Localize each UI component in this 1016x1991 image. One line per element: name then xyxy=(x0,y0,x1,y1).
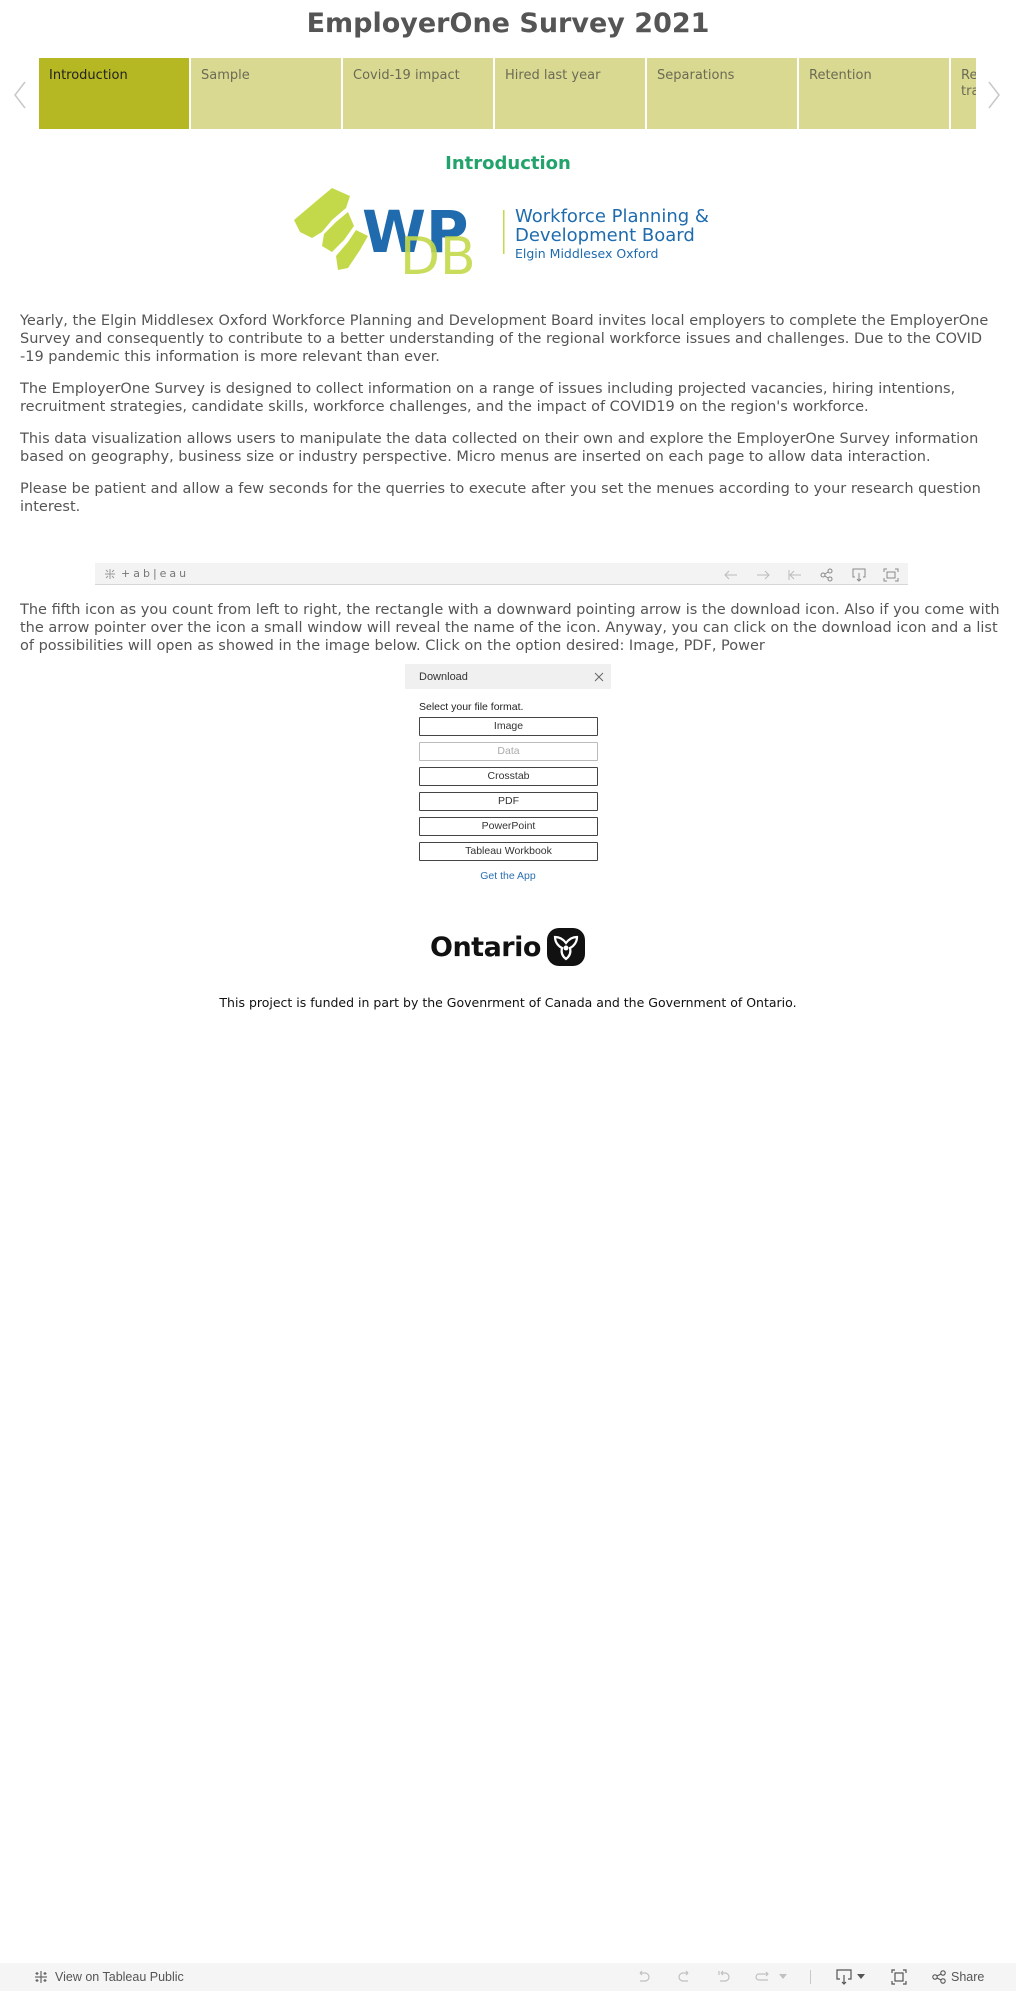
revert-icon xyxy=(786,567,804,581)
region-map-icon xyxy=(294,188,368,270)
intro-paragraph: Please be patient and allow a few second… xyxy=(20,481,981,515)
trillium-icon xyxy=(546,928,585,966)
logo-line-2: Development Board xyxy=(515,225,695,246)
tabs-prev-button[interactable] xyxy=(12,80,28,110)
share-icon xyxy=(818,567,836,581)
caret-down-icon xyxy=(857,1974,865,1979)
download-prompt: Select your file format. xyxy=(419,701,524,713)
tab-recruitment-partial[interactable]: Re tra xyxy=(951,58,976,129)
download-powerpoint-button[interactable]: PowerPoint xyxy=(419,817,598,836)
tableau-toolbar-image: +ab|eau xyxy=(95,563,908,585)
revert-button[interactable] xyxy=(714,1970,734,1984)
fullscreen-button[interactable] xyxy=(891,1969,907,1985)
tab-sample[interactable]: Sample xyxy=(191,58,341,129)
download-explanation: The fifth icon as you count from left to… xyxy=(20,601,1000,655)
download-image-button[interactable]: Image xyxy=(419,717,598,736)
download-icon xyxy=(836,1969,852,1985)
tab-label-fragment: Re xyxy=(961,68,976,83)
view-on-tableau-public-link[interactable]: View on Tableau Public xyxy=(33,1969,184,1985)
get-the-app-link[interactable]: Get the App xyxy=(405,870,611,882)
chevron-left-icon xyxy=(14,81,26,109)
dashboard-tabs: Introduction Sample Covid-19 impact Hire… xyxy=(39,58,976,129)
revert-icon xyxy=(718,1970,730,1982)
download-tableau-workbook-button[interactable]: Tableau Workbook xyxy=(419,842,598,861)
download-dialog-title: Download xyxy=(419,670,468,683)
redo-arrow-icon xyxy=(754,567,772,581)
tabs-next-button[interactable] xyxy=(986,80,1002,110)
intro-paragraph: The EmployerOne Survey is designed to co… xyxy=(20,381,956,415)
logo-line-3: Elgin Middlesex Oxford xyxy=(515,246,658,261)
undo-icon xyxy=(639,1970,650,1982)
intro-paragraph: Yearly, the Elgin Middlesex Oxford Workf… xyxy=(20,313,989,365)
tableau-wordmark: +ab|eau xyxy=(121,567,190,580)
tab-retention[interactable]: Retention xyxy=(799,58,949,129)
wpdb-logo: WP DB Workforce Planning & Development B… xyxy=(292,180,722,287)
fullscreen-icon xyxy=(882,567,900,581)
ontario-wordmark: Ontario xyxy=(430,931,541,963)
tab-introduction[interactable]: Introduction xyxy=(39,58,189,129)
tab-label-fragment: tra xyxy=(961,84,976,99)
undo-button[interactable] xyxy=(634,1970,654,1984)
intro-paragraph: This data visualization allows users to … xyxy=(20,431,979,465)
download-button[interactable] xyxy=(835,1969,865,1985)
tab-hired-last-year[interactable]: Hired last year xyxy=(495,58,645,129)
share-icon xyxy=(932,1970,946,1984)
download-explanation-text: The fifth icon as you count from left to… xyxy=(20,602,1000,654)
tableau-logo-icon xyxy=(105,568,115,579)
toolbar-divider xyxy=(810,1970,811,1984)
download-dialog-image: Download Select your file format. Image … xyxy=(405,664,611,896)
undo-arrow-icon xyxy=(722,567,740,581)
chevron-right-icon xyxy=(988,81,1000,109)
download-pdf-button[interactable]: PDF xyxy=(419,792,598,811)
download-data-button: Data xyxy=(419,742,598,761)
tab-covid-19-impact[interactable]: Covid-19 impact xyxy=(343,58,493,129)
refresh-button[interactable] xyxy=(752,1970,772,1984)
tableau-brand: +ab|eau xyxy=(103,567,189,581)
share-label: Share xyxy=(951,1970,985,1984)
tab-separations[interactable]: Separations xyxy=(647,58,797,129)
view-on-tableau-public-label: View on Tableau Public xyxy=(55,1970,184,1984)
tableau-logo-icon xyxy=(35,1971,47,1983)
logo-line-1: Workforce Planning & xyxy=(515,206,709,227)
intro-text: Yearly, the Elgin Middlesex Oxford Workf… xyxy=(20,312,1000,530)
logo-db-letters: DB xyxy=(400,227,476,275)
dashboard-title: EmployerOne Survey 2021 xyxy=(306,8,710,39)
refresh-dropdown-button[interactable] xyxy=(778,1974,788,1980)
fullscreen-icon xyxy=(891,1969,907,1985)
tableau-bottom-bar: View on Tableau Public Share xyxy=(0,1963,1016,1991)
section-heading: Introduction xyxy=(445,153,571,174)
close-icon[interactable] xyxy=(593,671,605,683)
funding-note: This project is funded in part by the Go… xyxy=(219,995,797,1010)
caret-down-icon xyxy=(779,1974,787,1979)
share-button[interactable]: Share xyxy=(931,1970,984,1984)
download-dialog-header: Download xyxy=(405,664,611,689)
ontario-logo: Ontario xyxy=(430,928,585,966)
redo-icon xyxy=(678,1970,689,1982)
download-icon xyxy=(850,567,868,582)
download-crosstab-button[interactable]: Crosstab xyxy=(419,767,598,786)
refresh-icon xyxy=(755,1971,769,1981)
redo-button[interactable] xyxy=(674,1970,694,1984)
